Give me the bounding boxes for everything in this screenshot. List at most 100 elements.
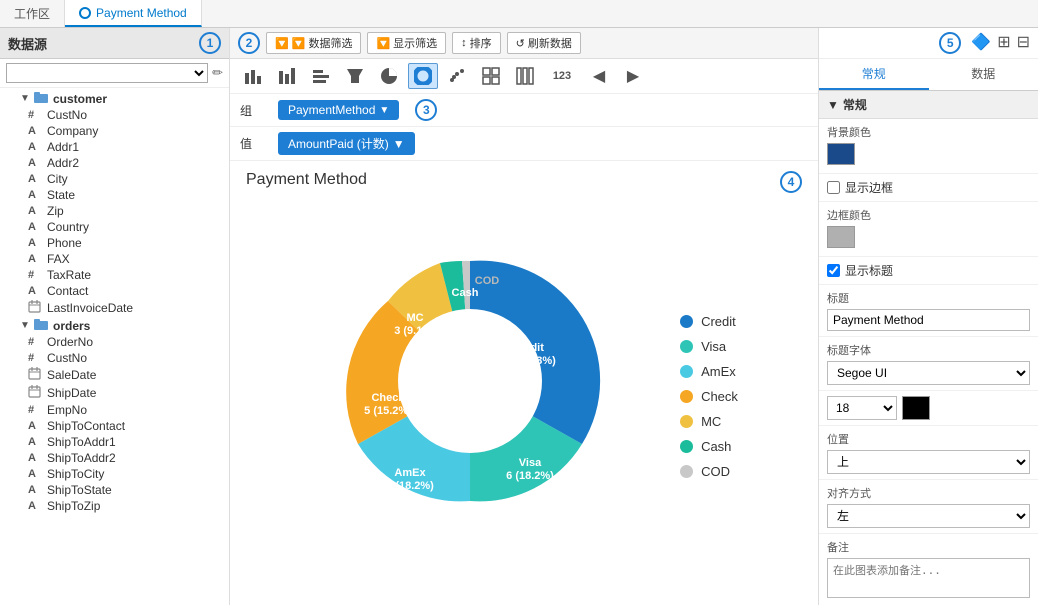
data-source-select[interactable] bbox=[6, 63, 208, 83]
title-font-select[interactable]: Segoe UI bbox=[827, 361, 1030, 385]
tree-node-icon: A bbox=[28, 253, 44, 265]
tree-item-lastinvoicedate[interactable]: LastInvoiceDate bbox=[0, 299, 229, 317]
tree-item-saledate[interactable]: SaleDate bbox=[0, 366, 229, 384]
cube-icon[interactable]: 🔷 bbox=[971, 32, 991, 54]
tree-item-label: ShipToCity bbox=[47, 467, 104, 481]
number-btn[interactable]: 123 bbox=[544, 63, 580, 89]
donut-chart-btn[interactable] bbox=[408, 63, 438, 89]
tab-data[interactable]: 数据 bbox=[929, 59, 1038, 90]
tree-item-shiptocontact[interactable]: AShipToContact bbox=[0, 418, 229, 434]
tree-item-addr2[interactable]: AAddr2 bbox=[0, 155, 229, 171]
prop-title: 标题 bbox=[819, 285, 1038, 337]
show-border-checkbox[interactable] bbox=[827, 181, 840, 194]
prop-bg-color: 背景颜色 bbox=[819, 119, 1038, 174]
next-btn[interactable]: ▶ bbox=[618, 63, 648, 89]
tree-item-label: TaxRate bbox=[47, 268, 91, 282]
tree-item-shipdate[interactable]: ShipDate bbox=[0, 384, 229, 402]
edit-icon[interactable]: ✏ bbox=[212, 65, 223, 81]
donut-chart: Credit 9 (27.3%) Visa 6 (18.2%) AmEx 6 (… bbox=[310, 226, 650, 566]
position-label: 位置 bbox=[827, 431, 1030, 447]
tab-workspace-label: 工作区 bbox=[14, 5, 50, 22]
section-arrow: ▼ bbox=[827, 98, 839, 112]
tree-item-custno[interactable]: #CustNo bbox=[0, 107, 229, 123]
tree-item-empno[interactable]: #EmpNo bbox=[0, 402, 229, 418]
tree-item-orders[interactable]: ▼orders bbox=[0, 317, 229, 334]
tree-node-icon bbox=[28, 385, 44, 401]
tree-item-shiptostate[interactable]: AShipToState bbox=[0, 482, 229, 498]
filter-display-btn[interactable]: 🔽 显示筛选 bbox=[367, 32, 446, 54]
align-select[interactable]: 左 bbox=[827, 504, 1030, 528]
grid-btn[interactable] bbox=[476, 63, 506, 89]
legend-visa-dot bbox=[680, 340, 693, 353]
tree-item-custno[interactable]: #CustNo bbox=[0, 350, 229, 366]
tree-item-taxrate[interactable]: #TaxRate bbox=[0, 267, 229, 283]
font-color-btn[interactable] bbox=[902, 396, 930, 420]
tree-node-icon: A bbox=[28, 141, 44, 153]
tree-item-zip[interactable]: AZip bbox=[0, 203, 229, 219]
chart-title: Payment Method bbox=[246, 171, 367, 189]
title-input[interactable] bbox=[827, 309, 1030, 331]
tree-item-customer[interactable]: ▼customer bbox=[0, 90, 229, 107]
tree-toggle[interactable]: ▼ bbox=[20, 320, 34, 331]
value-dropdown[interactable]: AmountPaid (计数) ▼ bbox=[278, 132, 415, 155]
tree-item-country[interactable]: ACountry bbox=[0, 219, 229, 235]
prev-btn[interactable]: ◀ bbox=[584, 63, 614, 89]
legend-amex-dot bbox=[680, 365, 693, 378]
tree-item-shiptoaddr2[interactable]: AShipToAddr2 bbox=[0, 450, 229, 466]
tree-item-label: Addr2 bbox=[47, 156, 79, 170]
sort-btn[interactable]: ↕ 排序 bbox=[452, 32, 501, 54]
position-select[interactable]: 上 bbox=[827, 450, 1030, 474]
refresh-icon: ↺ bbox=[516, 37, 525, 50]
svg-text:5 (15.2%): 5 (15.2%) bbox=[364, 405, 412, 417]
tree-item-phone[interactable]: APhone bbox=[0, 235, 229, 251]
bar-chart2-btn[interactable] bbox=[272, 63, 302, 89]
prop-border-color: 边框颜色 bbox=[819, 202, 1038, 257]
legend-cash-dot bbox=[680, 440, 693, 453]
prop-title-font: 标题字体 Segoe UI bbox=[819, 337, 1038, 391]
tab-workspace[interactable]: 工作区 bbox=[0, 0, 65, 27]
tree-item-addr1[interactable]: AAddr1 bbox=[0, 139, 229, 155]
split-icon[interactable]: ⊟ bbox=[1017, 32, 1030, 54]
tree-item-orderno[interactable]: #OrderNo bbox=[0, 334, 229, 350]
layout-icon[interactable]: ⊞ bbox=[997, 32, 1010, 54]
tree-toggle[interactable]: ▼ bbox=[20, 93, 34, 104]
show-title-checkbox[interactable] bbox=[827, 264, 840, 277]
refresh-btn[interactable]: ↺ 刷新数据 bbox=[507, 32, 581, 54]
tree-node-icon: A bbox=[28, 189, 44, 201]
left-panel-header: 数据源 bbox=[8, 34, 199, 53]
stacked-bar-btn[interactable] bbox=[510, 63, 540, 89]
notes-textarea[interactable] bbox=[827, 558, 1030, 598]
tree-item-label: CustNo bbox=[47, 108, 87, 122]
font-size-select[interactable]: 18 bbox=[827, 396, 897, 420]
tree-item-shiptozip[interactable]: AShipToZip bbox=[0, 498, 229, 514]
tree-item-contact[interactable]: AContact bbox=[0, 283, 229, 299]
tree-node-icon: # bbox=[28, 336, 44, 348]
tree-item-label: Addr1 bbox=[47, 140, 79, 154]
tree-item-fax[interactable]: AFAX bbox=[0, 251, 229, 267]
group-dropdown[interactable]: PaymentMethod ▼ bbox=[278, 100, 399, 120]
prop-align: 对齐方式 左 bbox=[819, 480, 1038, 534]
bar-chart3-btn[interactable] bbox=[306, 63, 336, 89]
border-color-swatch[interactable] bbox=[827, 226, 855, 248]
legend-cash: Cash bbox=[680, 439, 738, 454]
right-top-icons: 5 🔷 ⊞ ⊟ bbox=[819, 28, 1038, 59]
tree-item-label: EmpNo bbox=[47, 403, 87, 417]
tree-item-state[interactable]: AState bbox=[0, 187, 229, 203]
value-label: 值 bbox=[240, 135, 270, 152]
svg-text:COD: COD bbox=[475, 275, 500, 287]
funnel-btn[interactable] bbox=[340, 63, 370, 89]
tree-item-shiptocity[interactable]: AShipToCity bbox=[0, 466, 229, 482]
scatter-btn[interactable] bbox=[442, 63, 472, 89]
tree-item-city[interactable]: ACity bbox=[0, 171, 229, 187]
tree-item-shiptoaddr1[interactable]: AShipToAddr1 bbox=[0, 434, 229, 450]
tab-payment-method[interactable]: Payment Method bbox=[65, 0, 202, 27]
bg-color-swatch[interactable] bbox=[827, 143, 855, 165]
filter-data-btn[interactable]: 🔽 🔽 数据筛选 bbox=[266, 32, 361, 54]
tree-item-label: Phone bbox=[47, 236, 82, 250]
chart-content: Credit 9 (27.3%) Visa 6 (18.2%) AmEx 6 (… bbox=[246, 197, 802, 595]
tree-item-company[interactable]: ACompany bbox=[0, 123, 229, 139]
pie-chart-btn[interactable] bbox=[374, 63, 404, 89]
bar-chart-btn[interactable] bbox=[238, 63, 268, 89]
title-font-label: 标题字体 bbox=[827, 342, 1030, 358]
tab-normal[interactable]: 常规 bbox=[819, 59, 929, 90]
